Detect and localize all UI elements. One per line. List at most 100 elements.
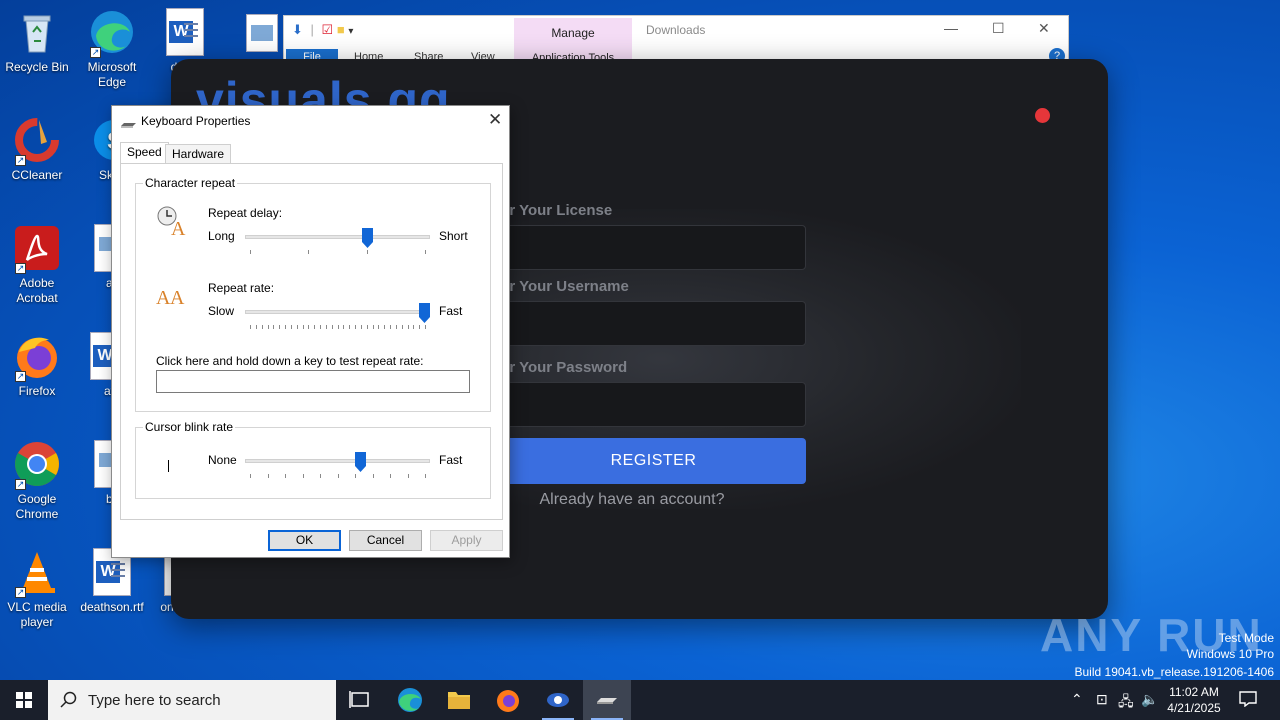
login-link[interactable]: Already have an account?	[501, 491, 763, 509]
license-input[interactable]	[501, 225, 806, 270]
password-label: er Your Password	[501, 359, 628, 376]
notification-icon[interactable]	[1239, 691, 1257, 710]
slider-tick	[285, 474, 286, 478]
ok-button[interactable]: OK	[268, 530, 341, 551]
cursor-blink-slider-thumb[interactable]	[354, 452, 366, 472]
taskbar-file-explorer[interactable]	[435, 680, 483, 720]
apply-button[interactable]: Apply	[430, 530, 503, 551]
taskbar-firefox[interactable]	[484, 680, 532, 720]
test-repeat-input[interactable]	[156, 370, 470, 393]
taskbar-app-eye[interactable]	[534, 680, 582, 720]
slider-tick	[273, 325, 275, 329]
username-input[interactable]	[501, 301, 806, 346]
dialog-title: Keyboard Properties	[141, 114, 251, 128]
repeat-delay-slider-thumb[interactable]	[361, 228, 373, 248]
search-box[interactable]: Type here to search	[48, 680, 336, 720]
desktop-icon-label: Google Chrome	[15, 492, 59, 521]
folder-icon[interactable]: ■	[337, 22, 345, 37]
recycle-bin-icon	[13, 8, 61, 56]
desktop-icon-label: Firefox	[18, 384, 56, 398]
desktop-icon-deathson[interactable]: W deathson.rtf	[75, 548, 149, 615]
shortcut-arrow-icon: ↗	[90, 47, 101, 58]
desktop-icon-beenp[interactable]: beenp	[74, 440, 116, 507]
shortcut-arrow-icon: ↗	[15, 263, 26, 274]
slider-tick	[296, 325, 298, 329]
desktop-icon-recycle-bin[interactable]: Recycle Bin	[0, 8, 74, 75]
taskbar-keyboard-properties[interactable]	[583, 680, 631, 720]
download-arrow-icon[interactable]: ⬇	[292, 22, 303, 37]
build-text: Build 19041.vb_release.191206-1406	[1074, 665, 1275, 679]
desktop-icon-vlc[interactable]: ↗ VLC media player	[0, 548, 74, 630]
network-icon[interactable]: 🖧	[1118, 691, 1134, 715]
slider-tick	[407, 474, 409, 478]
desktop-icon-label: deathson.rtf	[80, 600, 144, 614]
desktop: Recycle Bin ↗ Microsoft Edge W devel ↗ C…	[0, 0, 1280, 680]
tab-speed[interactable]: Speed	[120, 142, 169, 164]
shortcut-arrow-icon: ↗	[15, 155, 26, 166]
search-placeholder: Type here to search	[88, 692, 221, 709]
slider-tick	[250, 325, 251, 329]
edge-icon: ↗	[88, 8, 136, 58]
repeat-delay-max-label: Short	[439, 229, 468, 243]
properties-icon[interactable]: ☑	[322, 22, 334, 37]
taskbar: Type here to search ⌃ ⊡ 🖧 🔈 11:02 AM 4/2…	[0, 680, 1280, 720]
slider-tick	[285, 325, 286, 329]
slider-tick	[250, 250, 251, 254]
volume-icon[interactable]: 🔈	[1141, 691, 1158, 708]
desktop-icon-google-chrome[interactable]: ↗ Google Chrome	[0, 440, 74, 522]
repeat-delay-icon: A	[156, 204, 188, 240]
slider-tick	[425, 325, 426, 329]
quick-access-toolbar[interactable]: ⬇ | ☑ ■ ▾	[292, 22, 353, 38]
desktop-icon-adobe-acrobat[interactable]: ↗ Adobe Acrobat	[0, 224, 74, 306]
device-icon[interactable]: ⊡	[1096, 691, 1108, 708]
slider-tick	[355, 325, 356, 329]
explorer-window[interactable]: ⬇ | ☑ ■ ▾ Manage Application Tools Downl…	[283, 15, 1069, 64]
adobe-acrobat-icon: ↗	[13, 224, 61, 274]
desktop-icon-ccleaner[interactable]: ↗ CCleaner	[0, 116, 74, 183]
firefox-icon: ↗	[13, 332, 61, 382]
clock[interactable]: 11:02 AM 4/21/2025	[1165, 684, 1223, 716]
cursor-blink-preview	[168, 460, 169, 472]
task-view-button[interactable]	[336, 680, 384, 720]
slider-tick	[390, 325, 391, 329]
desktop-icon-firefox[interactable]: ↗ Firefox	[0, 332, 74, 399]
taskbar-edge[interactable]	[386, 680, 434, 720]
register-button[interactable]: REGISTER	[501, 438, 806, 484]
desktop-icon-edge[interactable]: ↗ Microsoft Edge	[75, 8, 149, 90]
svg-text:A: A	[170, 287, 185, 308]
search-icon	[60, 691, 77, 708]
slider-tick	[360, 325, 362, 329]
cancel-button[interactable]: Cancel	[349, 530, 422, 551]
task-view-icon	[349, 691, 369, 708]
slider-tick	[290, 325, 292, 329]
username-label: er Your Username	[501, 278, 629, 295]
repeat-rate-min-label: Slow	[208, 304, 235, 318]
tab-hardware[interactable]: Hardware	[165, 144, 232, 164]
close-dot-button[interactable]	[1035, 108, 1050, 123]
slider-tick	[372, 325, 374, 329]
minimize-button[interactable]: —	[944, 20, 958, 36]
image-file-icon[interactable]	[246, 14, 278, 52]
close-button[interactable]: ✕	[488, 110, 502, 130]
start-button[interactable]	[0, 680, 48, 720]
maximize-button[interactable]: ☐	[992, 20, 1005, 37]
keyboard-properties-dialog[interactable]: Keyboard Properties ✕ Speed Hardware Cha…	[111, 105, 510, 558]
close-button[interactable]: ✕	[1038, 20, 1050, 37]
slider-tick	[343, 325, 345, 329]
chevron-down-icon[interactable]: ▾	[348, 26, 353, 37]
cursor-blink-ticks	[250, 474, 426, 478]
repeat-rate-track[interactable]	[245, 310, 430, 314]
manage-tab[interactable]: Manage Application Tools	[514, 18, 632, 64]
repeat-delay-track[interactable]	[245, 235, 430, 239]
keyboard-icon	[121, 117, 136, 128]
desktop-icon-amate[interactable]: amate	[74, 224, 116, 291]
slider-tick	[308, 325, 310, 329]
repeat-rate-slider-thumb[interactable]	[419, 303, 430, 323]
password-input[interactable]	[501, 382, 806, 427]
cursor-blink-track[interactable]	[245, 459, 430, 463]
svg-text:A: A	[156, 287, 171, 308]
desktop-icon-label: Recycle Bin	[5, 60, 69, 74]
slider-tick	[302, 474, 304, 478]
chevron-up-icon[interactable]: ⌃	[1071, 691, 1083, 708]
desktop-icon-attenti[interactable]: W attenti	[74, 332, 116, 399]
